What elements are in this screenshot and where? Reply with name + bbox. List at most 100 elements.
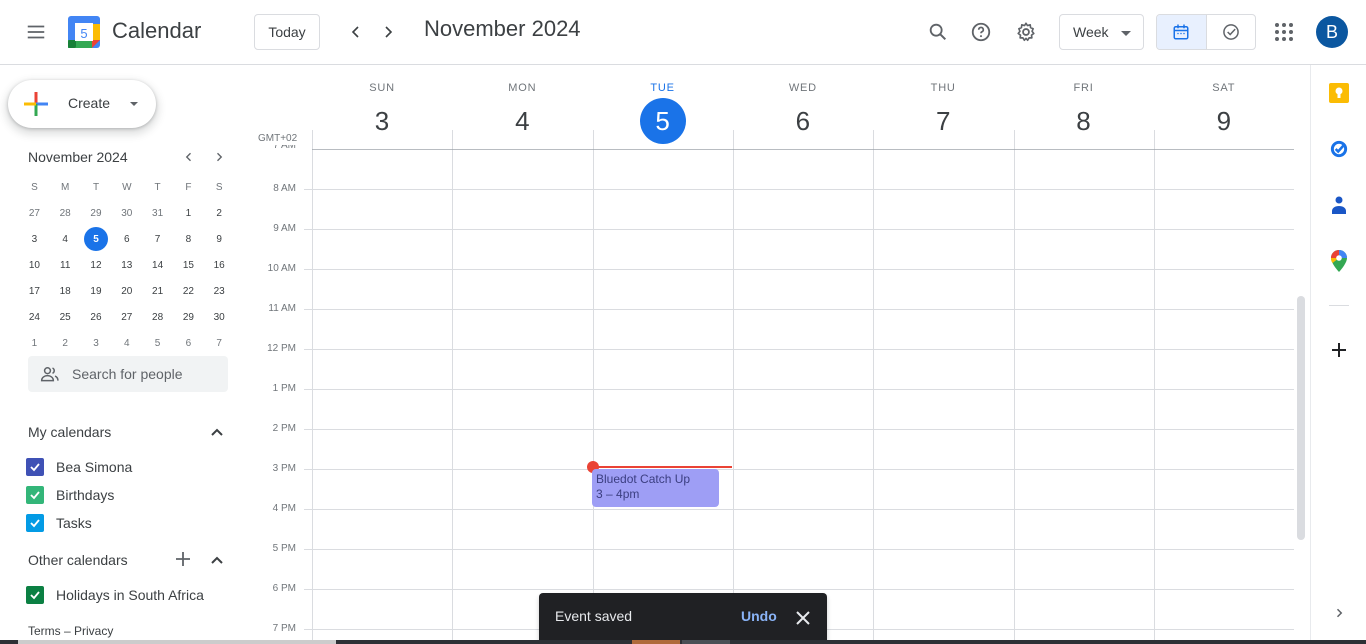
hour-label: 4 PM [272, 503, 296, 514]
get-addons-button[interactable] [1327, 338, 1351, 362]
view-switcher-dropdown[interactable]: Week [1059, 14, 1144, 50]
day-number-button[interactable]: 7 [920, 98, 966, 144]
undo-button[interactable]: Undo [741, 608, 777, 624]
mini-day[interactable]: 1 [173, 200, 204, 226]
settings-button[interactable] [1006, 12, 1046, 52]
grid-scrollbar[interactable] [1297, 296, 1305, 540]
mini-day[interactable]: 30 [111, 200, 142, 226]
mini-day[interactable]: 3 [19, 226, 50, 252]
mini-day[interactable]: 4 [50, 226, 81, 252]
tasks-mode-button[interactable] [1205, 15, 1255, 49]
mini-day-number: 13 [121, 259, 133, 271]
today-button[interactable]: Today [254, 14, 320, 50]
mini-day[interactable]: 15 [173, 252, 204, 278]
mini-day[interactable]: 27 [111, 304, 142, 330]
mini-day[interactable]: 28 [50, 200, 81, 226]
day-number-button[interactable]: 4 [499, 98, 545, 144]
calendar-list-item[interactable]: Tasks [26, 511, 92, 535]
mini-day[interactable]: 25 [50, 304, 81, 330]
calendar-list-item[interactable]: Birthdays [26, 483, 114, 507]
support-button[interactable] [961, 12, 1001, 52]
mini-day[interactable]: 27 [19, 200, 50, 226]
mini-day-number: 29 [182, 311, 194, 323]
next-week-button[interactable] [368, 12, 408, 52]
mini-day[interactable]: 28 [142, 304, 173, 330]
day-number-button[interactable]: 8 [1061, 98, 1107, 144]
mini-day[interactable]: 8 [173, 226, 204, 252]
show-side-panel-button[interactable] [1327, 601, 1351, 625]
taskbar-app[interactable] [682, 640, 730, 644]
mini-day[interactable]: 7 [204, 330, 235, 356]
maps-button[interactable] [1327, 249, 1351, 273]
calendar-checkbox[interactable] [26, 486, 44, 504]
search-button[interactable] [918, 12, 958, 52]
mini-day[interactable]: 30 [204, 304, 235, 330]
calendar-checkbox[interactable] [26, 586, 44, 604]
mini-day[interactable]: 22 [173, 278, 204, 304]
event-chip[interactable]: Bluedot Catch Up 3 – 4pm [592, 469, 719, 507]
search-people-input[interactable]: Search for people [28, 356, 228, 392]
dismiss-snackbar-button[interactable] [791, 606, 815, 630]
mini-day[interactable]: 13 [111, 252, 142, 278]
mini-day[interactable]: 2 [204, 200, 235, 226]
mini-day[interactable]: 2 [50, 330, 81, 356]
mini-day[interactable]: 18 [50, 278, 81, 304]
mini-day-today[interactable]: 5 [81, 226, 112, 252]
mini-day[interactable]: 6 [173, 330, 204, 356]
account-avatar[interactable]: B [1316, 16, 1348, 48]
main-menu-button[interactable] [16, 12, 56, 52]
mini-day[interactable]: 6 [111, 226, 142, 252]
mini-day[interactable]: 9 [204, 226, 235, 252]
mini-calendar-prev-button[interactable] [178, 146, 200, 168]
mini-day[interactable]: 4 [111, 330, 142, 356]
mini-day[interactable]: 23 [204, 278, 235, 304]
day-number-button[interactable]: 6 [780, 98, 826, 144]
mini-day[interactable]: 12 [81, 252, 112, 278]
other-calendars-heading[interactable]: Other calendars [28, 552, 128, 568]
calendar-mode-button[interactable] [1157, 15, 1206, 49]
mini-day[interactable]: 1 [19, 330, 50, 356]
my-calendars-collapse-button[interactable] [207, 422, 227, 442]
mini-calendar-next-button[interactable] [208, 146, 230, 168]
chevron-up-icon [211, 428, 223, 436]
mini-day[interactable]: 16 [204, 252, 235, 278]
mini-day[interactable]: 19 [81, 278, 112, 304]
create-button[interactable]: Create [8, 80, 156, 128]
tasks-button[interactable] [1327, 137, 1351, 161]
day-number-button[interactable]: 9 [1201, 98, 1247, 144]
my-calendars-heading[interactable]: My calendars [28, 424, 111, 440]
mini-day[interactable]: 31 [142, 200, 173, 226]
calendar-list-item[interactable]: Bea Simona [26, 455, 132, 479]
hour-label: 9 AM [273, 223, 296, 234]
mini-day[interactable]: 17 [19, 278, 50, 304]
mini-day[interactable]: 7 [142, 226, 173, 252]
svg-text:5: 5 [80, 26, 87, 41]
other-calendars-collapse-button[interactable] [207, 550, 227, 570]
keep-button[interactable] [1327, 81, 1351, 105]
mini-day[interactable]: 5 [142, 330, 173, 356]
mini-day-number: 4 [62, 233, 68, 245]
mini-day[interactable]: 26 [81, 304, 112, 330]
add-other-calendar-button[interactable] [173, 549, 193, 569]
mini-day[interactable]: 24 [19, 304, 50, 330]
mini-day[interactable]: 3 [81, 330, 112, 356]
contacts-button[interactable] [1327, 193, 1351, 217]
mini-day[interactable]: 29 [173, 304, 204, 330]
google-apps-button[interactable] [1264, 12, 1304, 52]
mini-day[interactable]: 20 [111, 278, 142, 304]
calendar-checkbox[interactable] [26, 458, 44, 476]
mini-day[interactable]: 14 [142, 252, 173, 278]
mini-day[interactable]: 29 [81, 200, 112, 226]
mini-calendar-title: November 2024 [28, 149, 128, 165]
calendar-checkbox[interactable] [26, 514, 44, 532]
calendar-list-item[interactable]: Holidays in South Africa [26, 583, 204, 607]
mini-day[interactable]: 21 [142, 278, 173, 304]
calendar-logo-icon[interactable]: 5 [68, 16, 100, 48]
taskbar-app-active[interactable] [632, 640, 680, 644]
mini-day[interactable]: 11 [50, 252, 81, 278]
day-number-button[interactable]: 3 [359, 98, 405, 144]
day-number-button[interactable]: 5 [639, 98, 686, 144]
terms-privacy-links[interactable]: Terms – Privacy [28, 624, 113, 638]
mini-day[interactable]: 10 [19, 252, 50, 278]
mini-day-number: 10 [28, 259, 40, 271]
